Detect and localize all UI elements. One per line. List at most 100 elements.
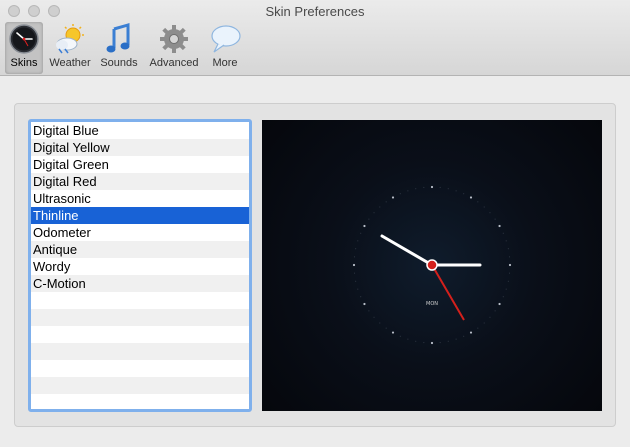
toolbar-advanced-button[interactable]: Advanced [145,22,203,74]
clock-icon [9,24,39,54]
skin-list-item[interactable]: Digital Green [31,156,249,173]
hour-tick [430,185,434,189]
skin-list-empty-row [31,360,249,377]
skin-list-item[interactable]: Ultrasonic [31,190,249,207]
skin-list-item[interactable]: Digital Yellow [31,139,249,156]
skin-list-item[interactable]: Antique [31,241,249,258]
hour-tick [430,341,434,345]
minute-tick [353,272,355,274]
minute-tick [455,338,457,340]
minute-tick [385,327,387,329]
minute-tick [399,193,401,195]
toolbar-weather-label: Weather [49,57,91,69]
minute-tick [379,206,381,208]
skin-list-empty-row [31,309,249,326]
minute-tick [439,186,441,188]
skin-list[interactable]: Digital Blue Digital Yellow Digital Gree… [28,119,252,412]
hour-hand [380,234,434,267]
skin-preview: MON [262,120,602,411]
toolbar-more-label: More [212,57,238,69]
skin-list-empty-row [31,377,249,394]
speech-bubble-icon [211,25,241,53]
skin-list-item[interactable]: C-Motion [31,275,249,292]
toolbar-skins-label: Skins [10,57,38,69]
gear-icon [160,25,188,53]
toolbar-sounds-label: Sounds [100,57,138,69]
hour-tick [363,224,366,228]
minute-tick [355,280,357,282]
title-bar: Skin Preferences Skins Weather Sounds Ad… [0,0,630,76]
hour-tick [363,302,366,306]
hour-tick [391,331,395,334]
minute-tick [463,335,465,337]
minute-tick [407,190,409,192]
minute-tick [423,186,425,188]
music-notes-icon [106,23,130,53]
minute-tick [489,212,491,214]
second-hand [431,264,465,321]
toolbar-more-button[interactable]: More [207,22,243,74]
minute-tick [477,201,479,203]
hour-tick [498,302,501,306]
minute-tick [507,280,509,282]
minute-tick [360,296,362,298]
minute-tick [502,296,504,298]
minute-tick [415,188,417,190]
minute-tick [355,248,357,250]
minute-tick [507,248,509,250]
minute-tick [415,340,417,342]
minute-tick [447,340,449,342]
hour-tick [508,263,512,267]
skin-list-item[interactable]: Wordy [31,258,249,275]
skin-list-item[interactable]: Digital Red [31,173,249,190]
minute-tick [423,342,425,344]
minute-tick [505,240,507,242]
minute-tick [509,256,511,258]
hour-tick [469,331,473,334]
minute-tick [439,342,441,344]
skin-list-item[interactable]: Odometer [31,224,249,241]
minute-tick [477,327,479,329]
minute-tick [494,310,496,312]
minute-tick [494,218,496,220]
minute-tick [385,201,387,203]
toolbar-weather-button[interactable]: Weather [46,22,94,74]
skin-list-item-selected[interactable]: Thinline [31,207,249,224]
minute-tick [505,288,507,290]
minute-tick [357,240,359,242]
minute-tick [357,288,359,290]
day-label: MON [426,301,438,307]
minute-tick [509,272,511,274]
clock-center-pin [426,259,438,271]
minute-tick [483,206,485,208]
minute-tick [407,338,409,340]
hour-tick [391,196,395,199]
minute-tick [368,218,370,220]
minute-tick [447,188,449,190]
minute-tick [353,256,355,258]
minute-tick [360,232,362,234]
hour-tick [352,263,356,267]
minute-tick [373,316,375,318]
skin-preferences-window: Skin Preferences Skins Weather Sounds Ad… [0,0,630,447]
skin-list-empty-row [31,326,249,343]
clock-face-preview: MON [352,185,512,345]
minute-tick [463,193,465,195]
hour-tick [498,224,501,228]
toolbar-advanced-label: Advanced [149,57,199,69]
minute-tick [399,335,401,337]
skin-list-item[interactable]: Digital Blue [31,122,249,139]
toolbar-sounds-button[interactable]: Sounds [97,22,141,74]
hour-tick [469,196,473,199]
minute-tick [379,322,381,324]
skin-list-empty-row [31,292,249,309]
weather-sun-cloud-icon [56,24,84,54]
toolbar-skins-button[interactable]: Skins [5,22,43,74]
minute-tick [368,310,370,312]
minute-tick [373,212,375,214]
minute-tick [483,322,485,324]
minute-tick [489,316,491,318]
window-title: Skin Preferences [265,4,365,19]
skin-list-empty-row [31,343,249,360]
minute-tick [502,232,504,234]
